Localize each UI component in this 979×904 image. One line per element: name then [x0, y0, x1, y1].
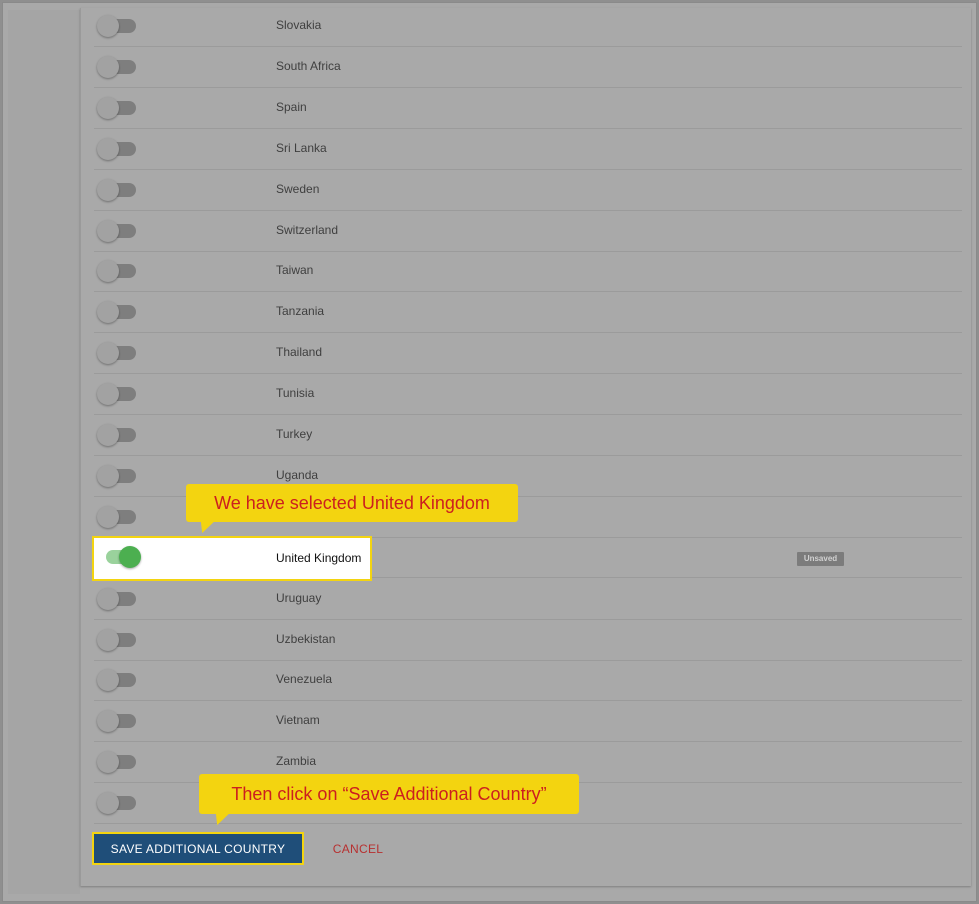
- country-toggle[interactable]: [97, 465, 136, 487]
- country-name: Thailand: [276, 345, 323, 359]
- toggle-knob: [97, 342, 119, 364]
- country-row[interactable]: Slovakia: [94, 6, 962, 47]
- country-toggle[interactable]: [97, 138, 136, 160]
- country-name: Switzerland: [276, 223, 339, 237]
- country-toggle[interactable]: [97, 751, 136, 773]
- toggle-knob: [97, 751, 119, 773]
- country-name: Uganda: [276, 468, 319, 482]
- country-name: Sweden: [276, 182, 320, 196]
- toggle-knob: [97, 260, 119, 282]
- toggle-knob: [97, 465, 119, 487]
- country-toggle[interactable]: [97, 15, 136, 37]
- toggle-knob: [97, 220, 119, 242]
- country-toggle[interactable]: [97, 629, 136, 651]
- callout-selected-text: We have selected United Kingdom: [214, 493, 490, 513]
- toggle-knob: [119, 546, 141, 568]
- toggle-knob: [97, 383, 119, 405]
- country-name: Turkey: [276, 427, 313, 441]
- country-toggle[interactable]: [97, 383, 136, 405]
- country-name: Zambia: [276, 754, 317, 768]
- callout-selected: We have selected United Kingdom: [186, 484, 518, 533]
- toggle-knob: [97, 301, 119, 323]
- country-toggle[interactable]: [97, 792, 136, 814]
- unsaved-badge: Unsaved: [797, 552, 844, 566]
- country-name: Uzbekistan: [276, 632, 336, 646]
- cancel-button[interactable]: CANCEL: [324, 838, 392, 860]
- country-toggle[interactable]: [97, 669, 136, 691]
- country-toggle[interactable]: [97, 710, 136, 732]
- country-toggle[interactable]: [97, 220, 136, 242]
- country-row[interactable]: Vietnam: [94, 701, 962, 742]
- country-name: Taiwan: [276, 263, 314, 277]
- country-name: South Africa: [276, 59, 341, 73]
- country-name: Spain: [276, 100, 307, 114]
- save-additional-country-button[interactable]: SAVE ADDITIONAL COUNTRY: [92, 832, 304, 865]
- toggle-knob: [97, 138, 119, 160]
- country-row[interactable]: Taiwan: [94, 251, 962, 292]
- country-toggle[interactable]: [97, 588, 136, 610]
- country-row[interactable]: Sweden: [94, 170, 962, 211]
- country-toggle[interactable]: [97, 97, 136, 119]
- country-name: United Kingdom: [276, 551, 362, 565]
- toggle-knob: [97, 669, 119, 691]
- toggle-knob: [97, 97, 119, 119]
- country-row[interactable]: Sri Lanka: [94, 129, 962, 170]
- country-row[interactable]: Spain: [94, 88, 962, 129]
- toggle-knob: [97, 56, 119, 78]
- country-toggle[interactable]: [97, 56, 136, 78]
- toggle-knob: [97, 629, 119, 651]
- callout-save: Then click on “Save Additional Country”: [199, 774, 579, 825]
- country-toggle[interactable]: [97, 260, 136, 282]
- country-row[interactable]: South Africa: [94, 47, 962, 88]
- toggle-knob: [97, 506, 119, 528]
- country-toggle[interactable]: [97, 342, 136, 364]
- country-name: Vietnam: [276, 713, 320, 727]
- toggle-knob: [97, 792, 119, 814]
- country-row[interactable]: Tunisia: [94, 374, 962, 415]
- country-name: Uruguay: [276, 591, 322, 605]
- country-toggle[interactable]: [97, 424, 136, 446]
- country-row[interactable]: Venezuela: [94, 660, 962, 701]
- country-row[interactable]: Turkey: [94, 415, 962, 456]
- country-row[interactable]: Thailand: [94, 333, 962, 374]
- country-toggle[interactable]: [97, 179, 136, 201]
- country-toggle-on[interactable]: [102, 546, 141, 568]
- callout-save-text: Then click on “Save Additional Country”: [231, 784, 547, 804]
- country-name: Venezuela: [276, 672, 333, 686]
- country-name: Sri Lanka: [276, 141, 327, 155]
- toggle-knob: [97, 588, 119, 610]
- country-row[interactable]: Uruguay: [94, 579, 962, 620]
- country-row[interactable]: Switzerland: [94, 211, 962, 252]
- country-toggle[interactable]: [97, 301, 136, 323]
- row-divider: [370, 577, 962, 578]
- highlighted-country-row[interactable]: United Kingdom: [92, 536, 372, 581]
- toggle-knob: [97, 424, 119, 446]
- country-toggle[interactable]: [97, 506, 136, 528]
- country-row[interactable]: Tanzania: [94, 292, 962, 333]
- country-row[interactable]: Uzbekistan: [94, 620, 962, 661]
- country-name: Slovakia: [276, 18, 322, 32]
- toggle-knob: [97, 179, 119, 201]
- country-name: Tunisia: [276, 386, 315, 400]
- toggle-knob: [97, 710, 119, 732]
- left-rail: [8, 10, 80, 894]
- toggle-knob: [97, 15, 119, 37]
- country-name: Tanzania: [276, 304, 325, 318]
